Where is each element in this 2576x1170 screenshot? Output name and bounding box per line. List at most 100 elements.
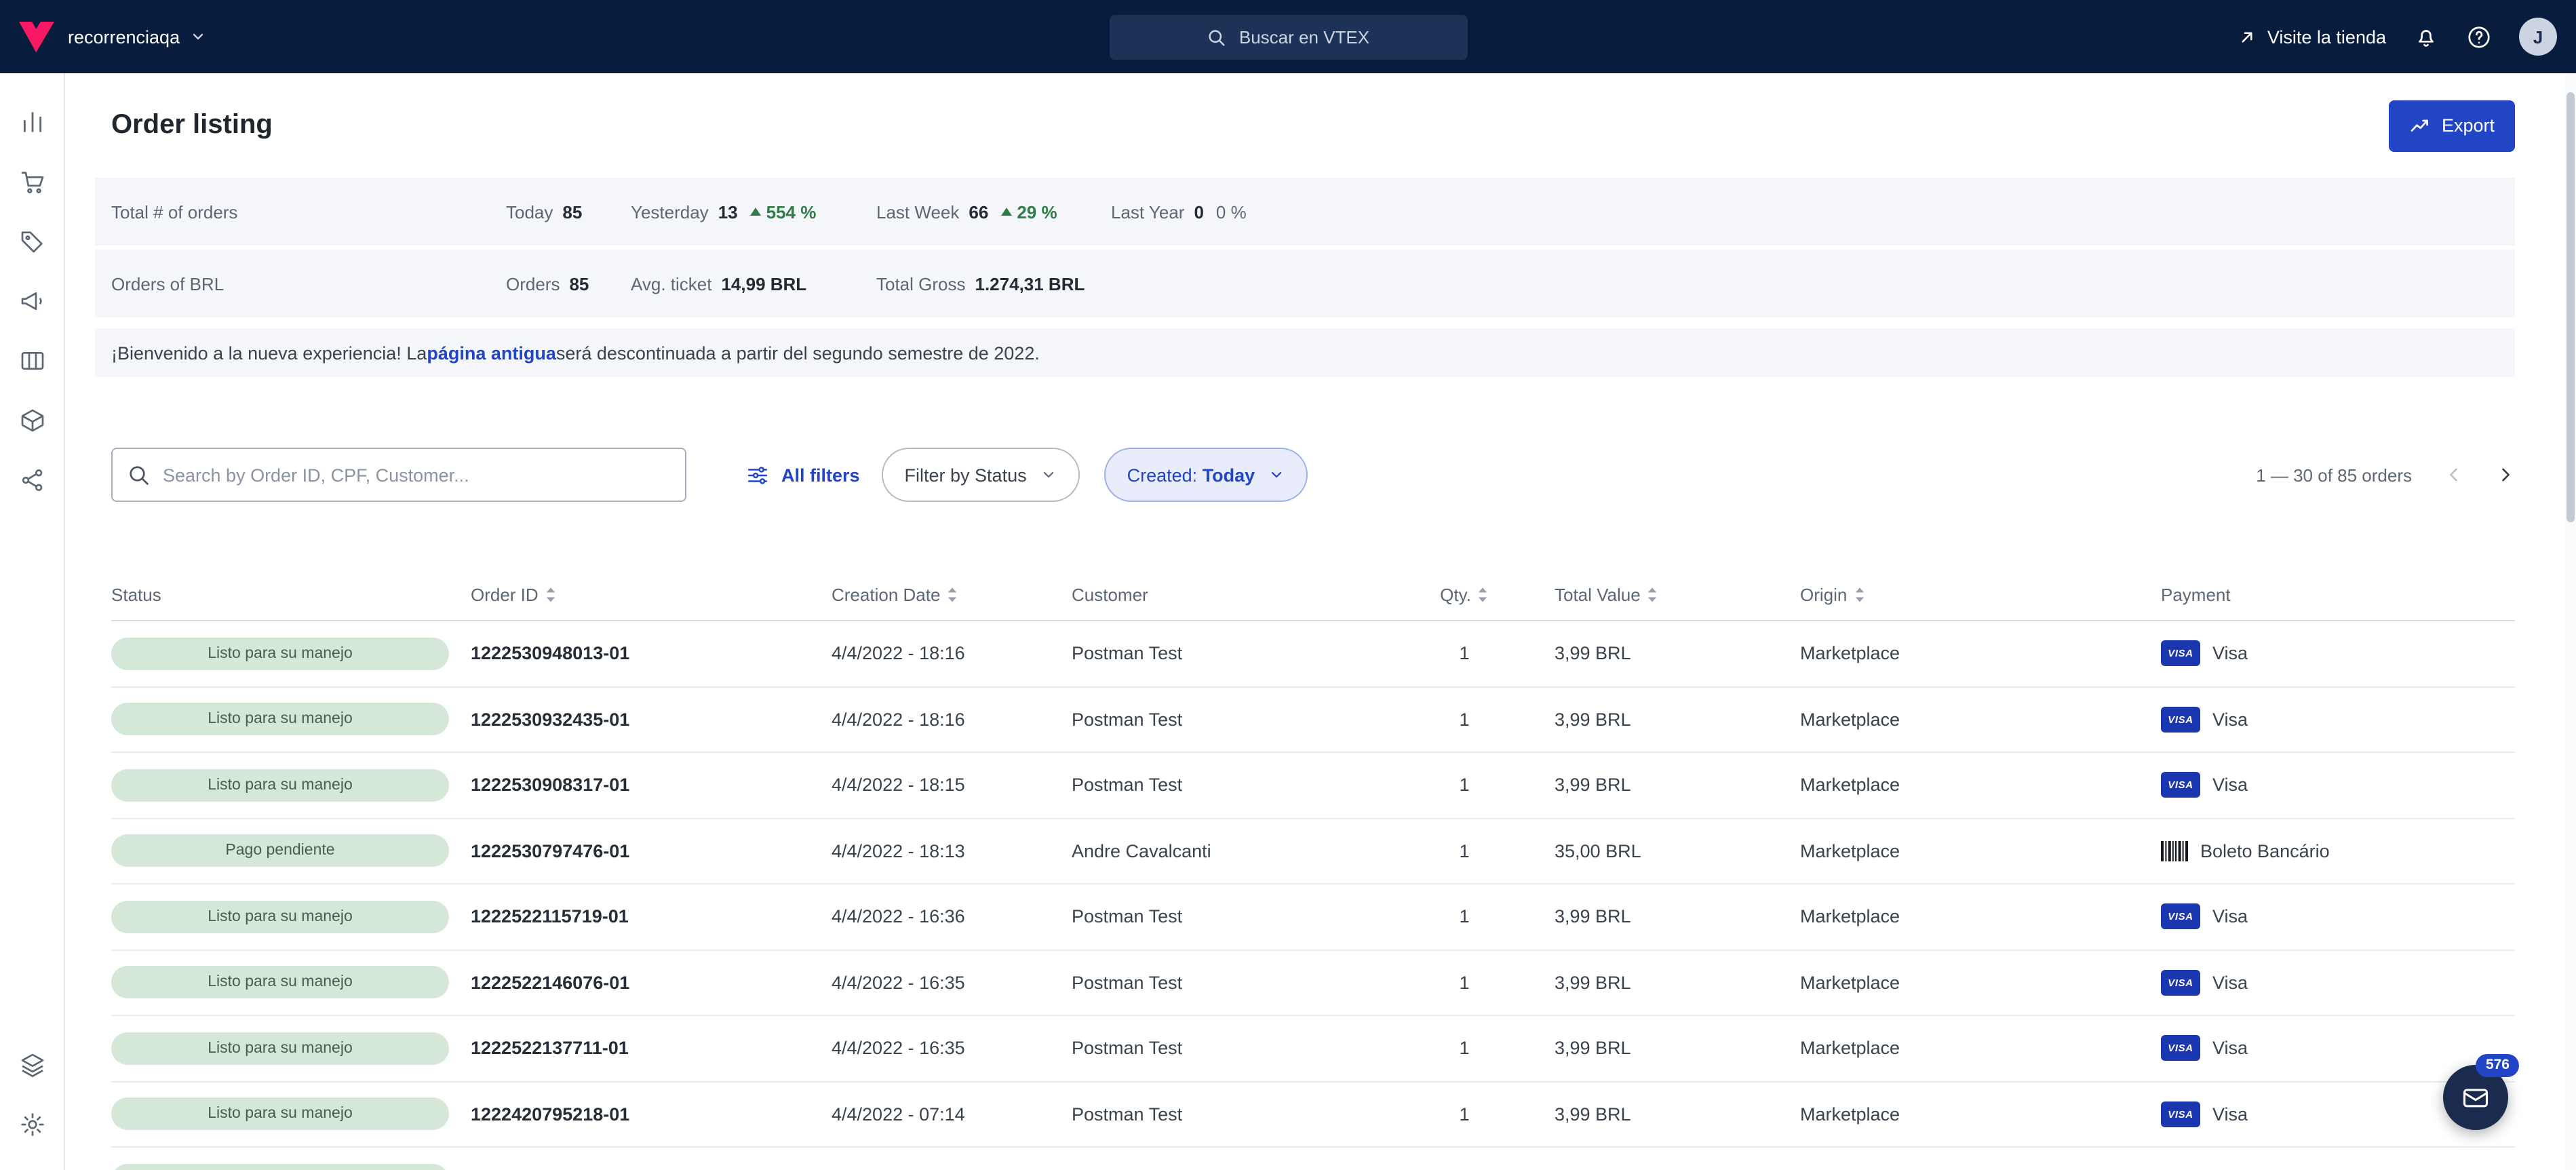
- order-id-cell: 1222530932435-01: [471, 709, 832, 730]
- payment-label: Visa: [2212, 907, 2248, 927]
- status-cell: Listo para su manejo: [111, 967, 471, 999]
- col-header-origin[interactable]: Origin: [1800, 584, 2161, 604]
- triangle-up-icon: [1000, 208, 1011, 216]
- payment-cell: VISA Visa: [2161, 641, 2515, 667]
- table-row[interactable]: Listo para su manejo VISA: [111, 1148, 2515, 1170]
- support-chat-button[interactable]: 576: [2443, 1064, 2508, 1129]
- stats-label: Total # of orders: [111, 201, 506, 222]
- payment-cell: VISA Visa: [2161, 773, 2515, 798]
- table-row[interactable]: Listo para su manejo 1222420795218-01 4/…: [111, 1082, 2515, 1148]
- origin-cell: Marketplace: [1800, 841, 2161, 861]
- avatar-initial: J: [2533, 26, 2543, 47]
- welcome-banner: ¡Bienvenido a la nueva experiencia! La p…: [95, 328, 2515, 377]
- sidebar-item-analytics[interactable]: [18, 109, 45, 136]
- sidebar-item-orders[interactable]: [18, 168, 45, 195]
- sidebar-item-apps[interactable]: [18, 1051, 45, 1078]
- status-cell: Listo para su manejo: [111, 901, 471, 933]
- status-badge: Listo para su manejo: [111, 901, 449, 933]
- triangle-up-icon: [750, 208, 761, 216]
- previous-page-button[interactable]: [2444, 465, 2463, 484]
- order-id-cell: 1222522137711-01: [471, 1038, 832, 1059]
- main-content: Order listing Export Total # of orders T…: [65, 73, 2576, 1170]
- metric-last-year: Last Year 0 0 %: [1111, 201, 1247, 222]
- chevron-down-icon: [1040, 467, 1057, 483]
- envelope-icon: [2461, 1082, 2491, 1112]
- col-header-creation-date[interactable]: Creation Date: [832, 584, 1072, 604]
- export-label: Export: [2442, 115, 2495, 136]
- table-row[interactable]: Listo para su manejo 1222522146076-01 4/…: [111, 950, 2515, 1016]
- customer-cell: Postman Test: [1072, 973, 1427, 993]
- sidebar-item-catalog[interactable]: [18, 347, 45, 374]
- origin-cell: Marketplace: [1800, 775, 2161, 796]
- total-value-cell: 3,99 BRL: [1502, 709, 1800, 730]
- table-row[interactable]: Listo para su manejo 1222530948013-01 4/…: [111, 621, 2515, 687]
- status-cell: Listo para su manejo: [111, 1164, 471, 1170]
- vtex-logo-icon[interactable]: [19, 21, 54, 52]
- banner-text: ¡Bienvenido a la nueva experiencia! La: [111, 343, 427, 363]
- all-filters-button[interactable]: All filters: [746, 463, 860, 486]
- scrollbar-thumb[interactable]: [2567, 92, 2575, 522]
- status-badge: Pago pendiente: [111, 835, 449, 867]
- line-chart-icon: [2409, 115, 2431, 136]
- total-value-cell: 35,00 BRL: [1502, 841, 1800, 861]
- sidebar-item-settings[interactable]: [18, 1110, 45, 1137]
- account-switcher[interactable]: recorrenciaqa: [68, 26, 206, 47]
- origin-cell: Marketplace: [1800, 1104, 2161, 1125]
- order-id-cell: 1222530908317-01: [471, 775, 832, 796]
- vtex-global-search[interactable]: Buscar en VTEX: [1109, 15, 1467, 60]
- customer-cell: Andre Cavalcanti: [1072, 841, 1427, 861]
- visit-store-button[interactable]: Visite la tienda: [2238, 26, 2386, 47]
- order-id-cell: 1222530948013-01: [471, 644, 832, 664]
- arrow-up-right-icon: [2238, 26, 2258, 47]
- all-filters-label: All filters: [781, 465, 860, 485]
- total-value-cell: 3,99 BRL: [1502, 644, 1800, 664]
- status-badge: Listo para su manejo: [111, 638, 449, 670]
- next-page-button[interactable]: [2496, 465, 2515, 484]
- sidebar-item-shipping[interactable]: [18, 407, 45, 434]
- notifications-button[interactable]: [2413, 24, 2439, 50]
- sidebar-item-promotions[interactable]: [18, 228, 45, 255]
- orders-table: Status Order ID Creation Date Customer Q…: [111, 568, 2515, 1170]
- chevron-left-icon: [2444, 465, 2463, 484]
- table-row[interactable]: Listo para su manejo 1222530932435-01 4/…: [111, 687, 2515, 753]
- stats-orders-row: Total # of orders Today 85 Yesterday 13 …: [95, 178, 2515, 246]
- sidebar-item-marketing[interactable]: [18, 288, 45, 315]
- delta-up: 29 %: [1000, 201, 1057, 222]
- customer-cell: Postman Test: [1072, 644, 1427, 664]
- visa-icon: VISA: [2161, 1101, 2200, 1127]
- table-row[interactable]: Listo para su manejo 1222522115719-01 4/…: [111, 884, 2515, 950]
- origin-cell: Marketplace: [1800, 1038, 2161, 1059]
- created-filter-dropdown[interactable]: Created: Today: [1104, 448, 1308, 502]
- share-network-icon: [18, 467, 45, 494]
- metric-today: Today 85: [506, 201, 631, 222]
- sort-icon: [1478, 585, 1489, 603]
- qty-cell: 1: [1427, 709, 1502, 730]
- col-header-qty[interactable]: Qty.: [1427, 584, 1502, 604]
- table-row[interactable]: Pago pendiente 1222530797476-01 4/4/2022…: [111, 819, 2515, 884]
- layers-icon: [18, 1051, 45, 1078]
- visa-icon: VISA: [2161, 707, 2200, 733]
- user-avatar[interactable]: J: [2519, 18, 2557, 56]
- payment-label: Visa: [2212, 709, 2248, 730]
- table-row[interactable]: Listo para su manejo 1222530908317-01 4/…: [111, 753, 2515, 819]
- order-search-input[interactable]: [111, 448, 686, 502]
- export-button[interactable]: Export: [2389, 100, 2515, 151]
- help-button[interactable]: [2466, 24, 2492, 50]
- payment-label: Visa: [2212, 973, 2248, 993]
- filter-by-status-dropdown[interactable]: Filter by Status: [882, 448, 1080, 502]
- megaphone-icon: [18, 288, 45, 315]
- old-page-link[interactable]: página antigua: [427, 343, 556, 363]
- col-header-total-value[interactable]: Total Value: [1502, 584, 1800, 604]
- status-badge: Listo para su manejo: [111, 703, 449, 736]
- total-value-cell: 3,99 BRL: [1502, 1038, 1800, 1059]
- table-body: Listo para su manejo 1222530948013-01 4/…: [111, 621, 2515, 1170]
- visa-icon: VISA: [2161, 904, 2200, 930]
- payment-cell: VISA Visa: [2161, 970, 2515, 996]
- table-row[interactable]: Listo para su manejo 1222522137711-01 4/…: [111, 1016, 2515, 1082]
- delta-up: 554 %: [750, 201, 817, 222]
- visa-icon: VISA: [2161, 641, 2200, 667]
- col-header-order-id[interactable]: Order ID: [471, 584, 832, 604]
- creation-date-cell: 4/4/2022 - 16:36: [832, 907, 1072, 927]
- sidebar-item-integrations[interactable]: [18, 467, 45, 494]
- tag-icon: [18, 228, 45, 255]
